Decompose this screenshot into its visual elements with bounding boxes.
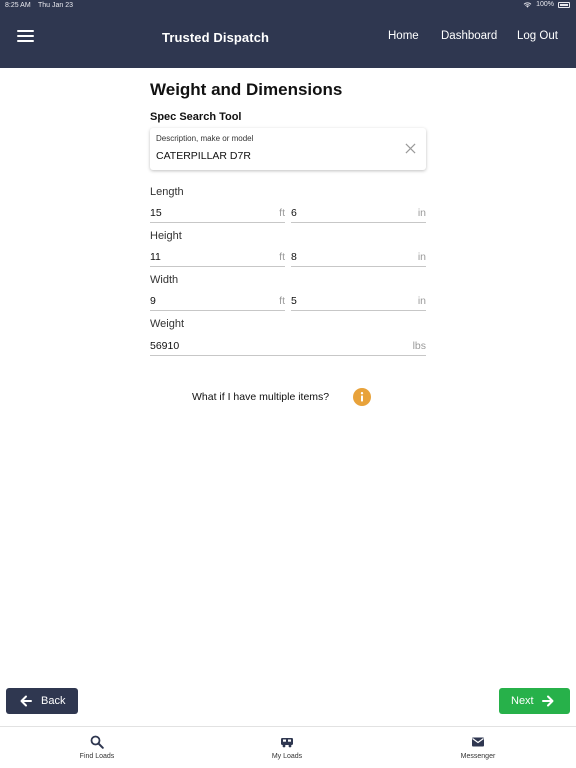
page-title: Weight and Dimensions — [150, 80, 343, 99]
width-ft-value[interactable]: 9 — [150, 295, 156, 307]
height-label: Height — [150, 230, 182, 242]
spec-search-value[interactable]: CATERPILLAR D7R — [156, 150, 251, 162]
arrow-right-icon — [542, 695, 554, 707]
weight-input[interactable]: 56910 lbs — [150, 338, 426, 356]
tab-bar: Find Loads My Loads Messenger — [0, 726, 576, 768]
tab-messenger-label: Messenger — [460, 753, 496, 760]
height-ft-unit: ft — [279, 251, 285, 263]
search-icon — [90, 735, 104, 749]
status-date: Thu Jan 23 — [38, 2, 74, 9]
height-in-value[interactable]: 8 — [291, 251, 297, 263]
back-button[interactable]: Back — [6, 688, 78, 714]
info-icon[interactable] — [353, 388, 371, 406]
height-ft-value[interactable]: 11 — [150, 251, 161, 263]
width-in-input[interactable]: 5 in — [291, 293, 426, 311]
height-in-unit: in — [417, 251, 426, 263]
wifi-icon — [523, 2, 532, 8]
app-title: Trusted Dispatch — [162, 30, 270, 45]
length-label: Length — [150, 186, 184, 198]
back-label: Back — [41, 695, 66, 707]
status-bar: 8:25 AM Thu Jan 23 100% — [0, 0, 576, 12]
close-icon[interactable] — [405, 143, 416, 154]
spec-search-input[interactable]: Description, make or model CATERPILLAR D… — [150, 128, 426, 170]
tab-my-loads-label: My Loads — [271, 753, 303, 760]
tab-find-loads[interactable]: Find Loads — [37, 727, 157, 768]
hamburger-icon[interactable] — [17, 29, 35, 43]
status-time: 8:25 AM — [5, 2, 31, 9]
weight-unit: lbs — [412, 340, 426, 352]
arrow-left-icon — [20, 695, 32, 707]
length-ft-value[interactable]: 15 — [150, 207, 162, 219]
app-header: 8:25 AM Thu Jan 23 100% Trusted Dispatch… — [0, 0, 576, 68]
mail-icon — [472, 737, 484, 747]
next-button[interactable]: Next — [499, 688, 570, 714]
length-in-value[interactable]: 6 — [291, 207, 297, 219]
nav-dashboard-link[interactable]: Dashboard — [441, 30, 497, 42]
length-ft-input[interactable]: 15 ft — [150, 205, 285, 223]
spec-search-label: Description, make or model — [156, 134, 254, 143]
next-label: Next — [511, 695, 534, 707]
nav-logout-link[interactable]: Log Out — [517, 30, 558, 42]
height-ft-input[interactable]: 11 ft — [150, 249, 285, 267]
battery-icon — [558, 1, 570, 8]
truck-icon — [281, 738, 293, 748]
width-in-value[interactable]: 5 — [291, 295, 297, 307]
weight-value[interactable]: 56910 — [150, 340, 179, 352]
width-ft-input[interactable]: 9 ft — [150, 293, 285, 311]
tab-my-loads[interactable]: My Loads — [227, 727, 347, 768]
width-in-unit: in — [417, 295, 426, 307]
spec-search-title: Spec Search Tool — [150, 111, 242, 123]
length-in-unit: in — [417, 207, 426, 219]
battery-percent: 100% — [536, 1, 554, 8]
nav-home-link[interactable]: Home — [388, 30, 419, 42]
height-in-input[interactable]: 8 in — [291, 249, 426, 267]
length-in-input[interactable]: 6 in — [291, 205, 426, 223]
length-ft-unit: ft — [279, 207, 285, 219]
multiple-items-text: What if I have multiple items? — [192, 391, 330, 403]
width-label: Width — [150, 274, 179, 286]
width-ft-unit: ft — [279, 295, 285, 307]
tab-messenger[interactable]: Messenger — [418, 727, 538, 768]
status-right: 100% — [523, 1, 570, 8]
weight-label: Weight — [150, 318, 185, 330]
tab-find-loads-label: Find Loads — [79, 753, 115, 760]
